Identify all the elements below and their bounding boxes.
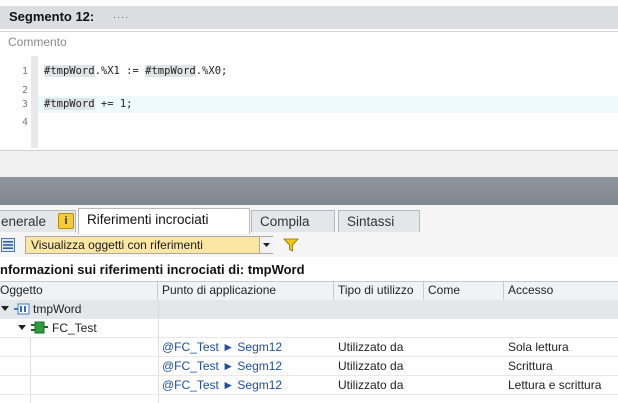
- comment-placeholder: Commento: [8, 35, 67, 49]
- reference-link[interactable]: @FC_Test ► Segm12: [162, 357, 282, 376]
- info-icon: i: [58, 213, 74, 229]
- segment-title: Segmento 12:: [9, 9, 95, 24]
- code-line-1[interactable]: #tmpWord.%X1 := #tmpWord.%X0;: [44, 65, 227, 77]
- code-text: += 1;: [94, 98, 133, 110]
- collapse-arrow-icon[interactable]: [1, 305, 9, 313]
- access-type: Lettura e scrittura: [508, 378, 602, 392]
- tab-label: Compila: [260, 214, 310, 229]
- line-number: 3: [21, 99, 28, 110]
- gutter-margin: [31, 56, 38, 148]
- code-text: .%X0;: [195, 65, 228, 77]
- column-header-come[interactable]: Come: [424, 281, 504, 299]
- tab-label: Sintassi: [347, 214, 395, 229]
- usage-type: Utilizzato da: [338, 340, 404, 354]
- variable-token: #tmpWord: [44, 98, 95, 110]
- function-block-icon: [31, 321, 48, 334]
- code-text: .%X1 :=: [94, 65, 146, 77]
- filter-icon[interactable]: [283, 237, 299, 253]
- access-type: Sola lettura: [508, 340, 569, 354]
- column-header-punto[interactable]: Punto di applicazione: [158, 281, 334, 299]
- collapse-arrow-icon[interactable]: [18, 324, 26, 332]
- filter-dropdown[interactable]: Visualizza oggetti con riferimenti: [25, 236, 273, 254]
- tree-row-variable[interactable]: [0, 300, 618, 319]
- tab-label: Riferimenti incrociati: [87, 212, 209, 227]
- tab-riferimenti-incrociati[interactable]: Riferimenti incrociati: [78, 208, 250, 234]
- usage-type: Utilizzato da: [338, 378, 404, 392]
- access-type: Scrittura: [508, 359, 553, 373]
- column-header-oggetto[interactable]: Oggetto: [0, 281, 158, 299]
- section-title: nformazioni sui riferimenti incrociati d…: [0, 262, 305, 277]
- tab-compila[interactable]: Compila: [251, 210, 335, 232]
- inspector-header-bar: [0, 177, 618, 205]
- line-number: 2: [21, 85, 28, 96]
- variable-icon: [14, 303, 30, 315]
- reference-link[interactable]: @FC_Test ► Segm12: [162, 338, 282, 357]
- variable-token: #tmpWord: [44, 65, 95, 77]
- column-header-accesso[interactable]: Accesso: [504, 281, 618, 299]
- tree-label-variable: tmpWord: [33, 302, 82, 316]
- list-view-icon[interactable]: [1, 238, 15, 252]
- line-number: 4: [21, 117, 28, 128]
- chevron-down-icon[interactable]: [259, 237, 273, 253]
- column-header-tipo[interactable]: Tipo di utilizzo: [334, 281, 424, 299]
- comment-field[interactable]: [0, 31, 618, 57]
- filter-dropdown-value: Visualizza oggetti con riferimenti: [31, 238, 203, 252]
- code-line-3[interactable]: #tmpWord += 1;: [44, 98, 133, 110]
- usage-type: Utilizzato da: [338, 359, 404, 373]
- tab-sintassi[interactable]: Sintassi: [338, 210, 420, 232]
- line-number: 1: [21, 66, 28, 77]
- segment-name-field[interactable]: ....: [113, 9, 129, 21]
- editor-bottom-spacer: [0, 150, 618, 178]
- reference-link[interactable]: @FC_Test ► Segm12: [162, 376, 282, 395]
- tab-label: enerale: [1, 214, 47, 229]
- tree-label-function: FC_Test: [52, 321, 97, 335]
- variable-token: #tmpWord: [145, 65, 196, 77]
